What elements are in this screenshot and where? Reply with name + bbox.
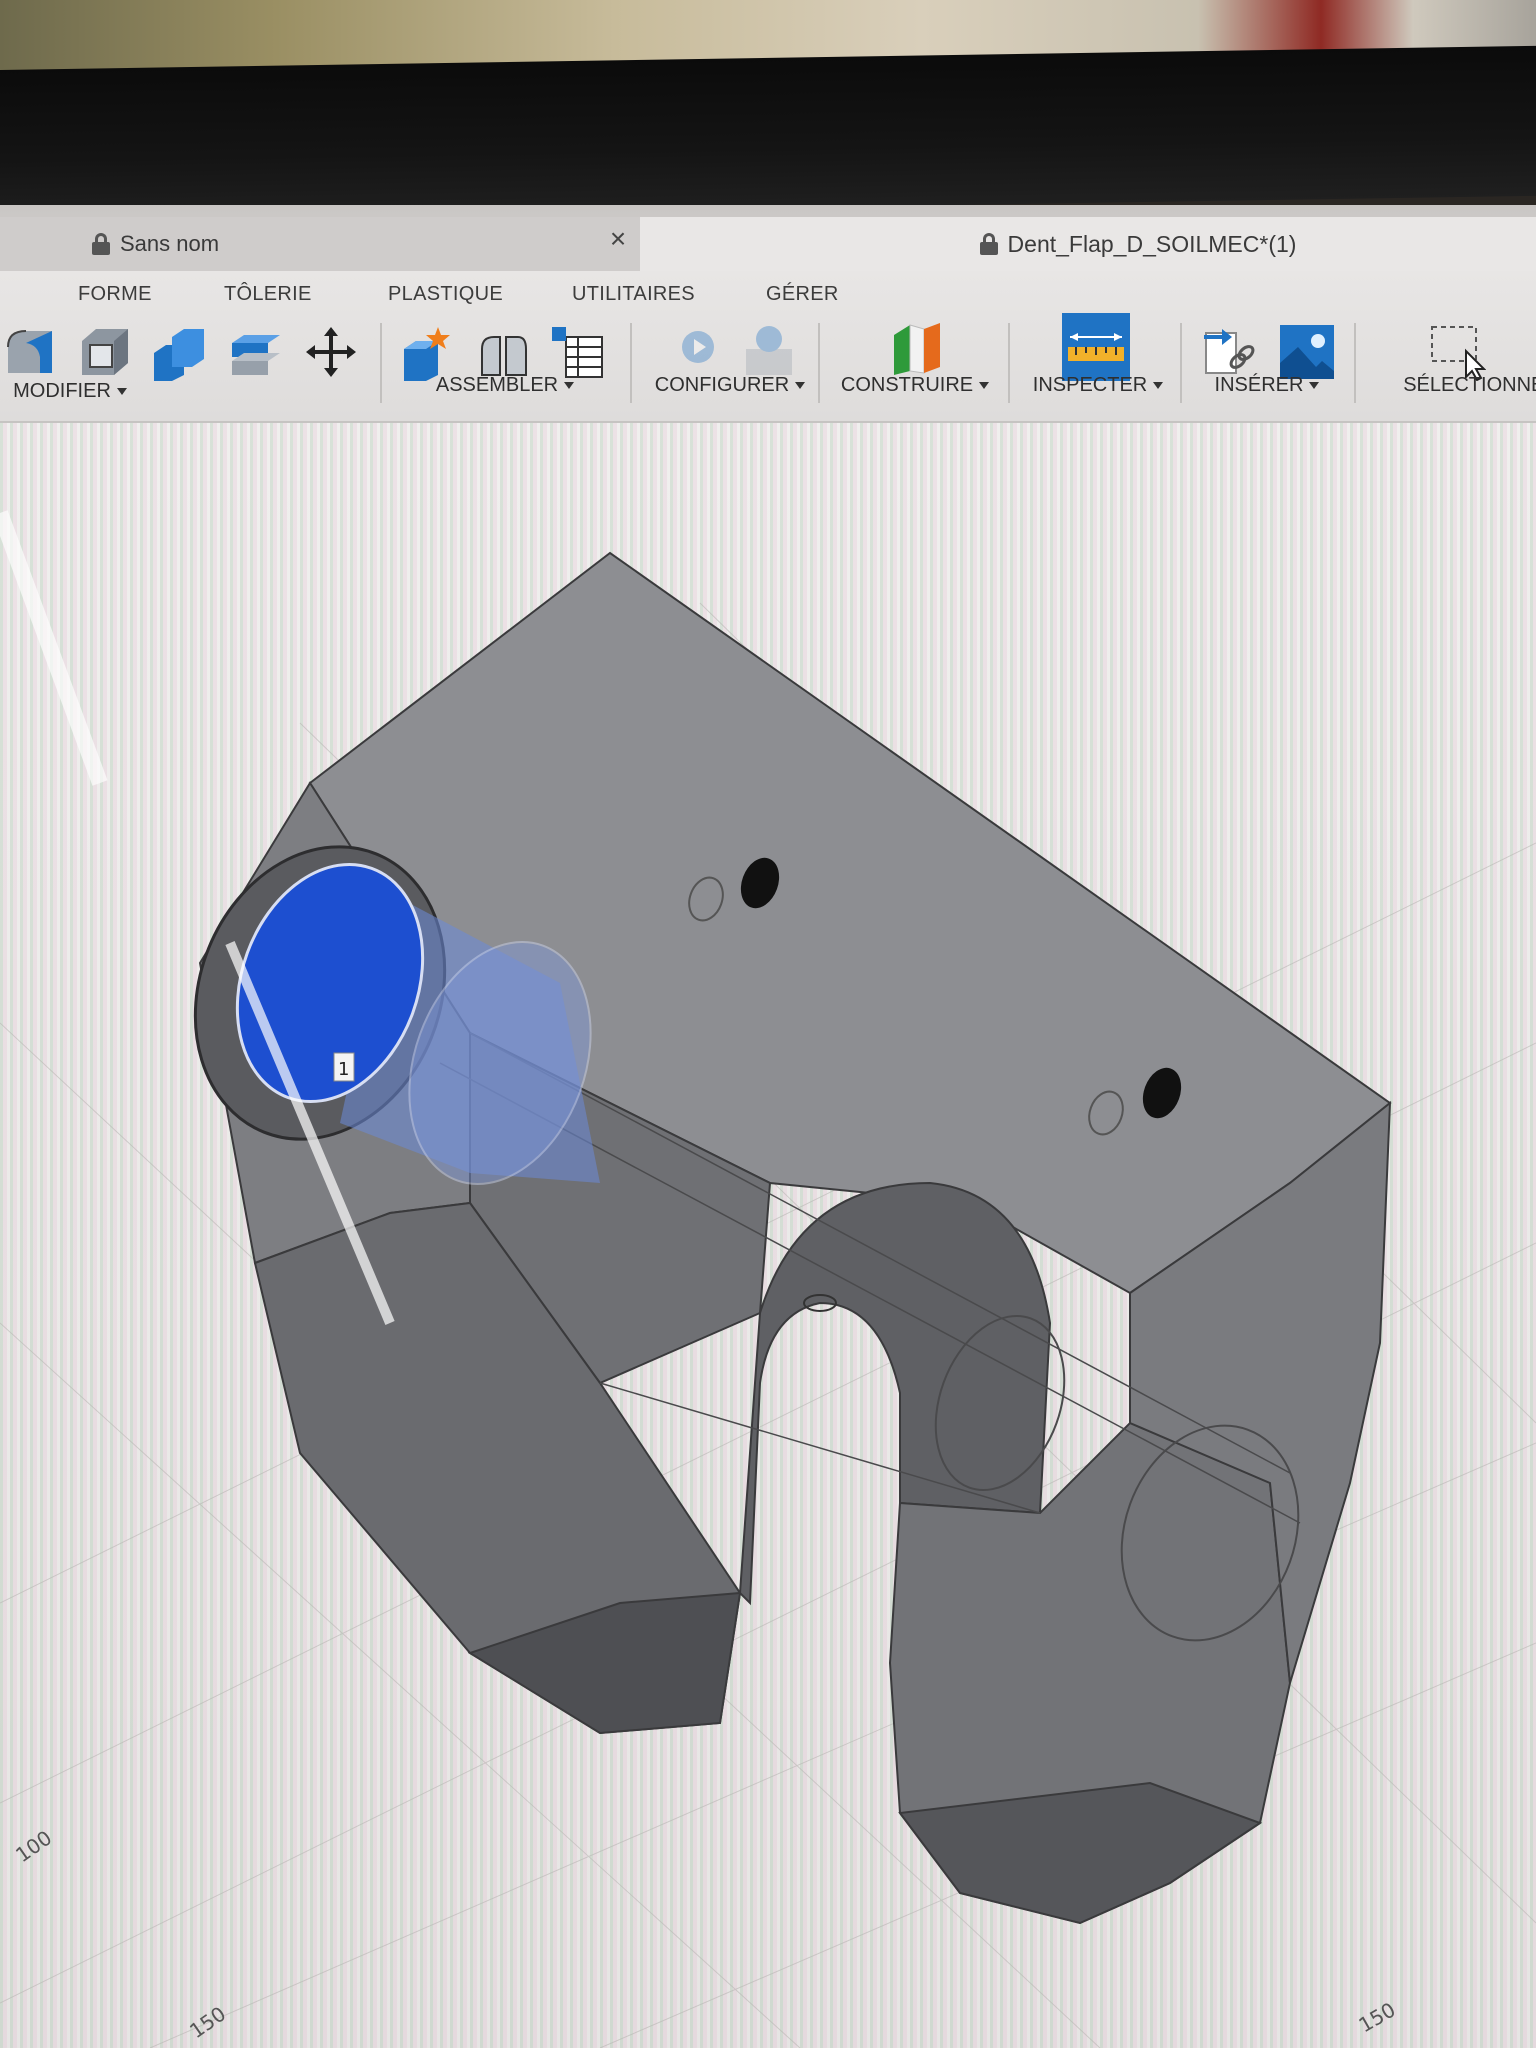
parameter-icon[interactable] xyxy=(676,323,734,381)
cad-part-body[interactable] xyxy=(198,551,1392,1925)
change-parameter-icon[interactable] xyxy=(740,323,798,381)
new-component-icon[interactable] xyxy=(398,323,456,381)
plane-icon[interactable] xyxy=(886,315,948,377)
axis-label: 100 xyxy=(11,1826,56,1868)
document-tab-title: Sans nom xyxy=(120,231,220,256)
inspecter-dropdown[interactable]: INSPECTER xyxy=(1012,374,1184,397)
insert-derive-icon[interactable] xyxy=(1200,323,1258,381)
configurer-group: CONFIGURER xyxy=(640,271,820,421)
combine-icon[interactable] xyxy=(150,323,208,381)
construire-dropdown[interactable]: CONSTRUIRE xyxy=(820,374,1010,397)
assembler-dropdown[interactable]: ASSEMBLER xyxy=(390,374,620,397)
configurer-dropdown[interactable]: CONFIGURER xyxy=(640,374,820,397)
screen-glare xyxy=(0,510,108,786)
document-tab-bar: Sans nom × Dent_Flap_D_SOILMEC*(1) xyxy=(0,205,1536,271)
inspecter-group: INSPECTER xyxy=(1012,271,1184,421)
measure-icon[interactable] xyxy=(1060,311,1132,383)
offset-face-icon[interactable] xyxy=(226,323,284,381)
monitor-bezel xyxy=(0,45,1536,221)
lock-icon xyxy=(979,233,998,255)
application-window: Sans nom × Dent_Flap_D_SOILMEC*(1) FORME… xyxy=(0,205,1536,2048)
3d-viewport[interactable]: 1 100 150 150 xyxy=(0,423,1536,2048)
lock-icon xyxy=(92,233,110,255)
modifier-group: MODIFIER xyxy=(0,271,380,421)
axis-label: 150 xyxy=(1355,1997,1400,2037)
assembler-group: ASSEMBLER xyxy=(390,271,620,421)
construire-group: CONSTRUIRE xyxy=(820,271,1010,421)
modifier-dropdown[interactable]: MODIFIER xyxy=(0,380,380,403)
inserer-group: INSÉRER xyxy=(1182,271,1352,421)
canvas-model[interactable]: 1 100 150 150 xyxy=(0,423,1536,2048)
move-icon[interactable] xyxy=(302,323,360,381)
insert-image-icon[interactable] xyxy=(1278,323,1336,381)
close-tab-button[interactable]: × xyxy=(604,225,632,253)
toolbar-separator xyxy=(630,323,632,403)
fillet-icon[interactable] xyxy=(2,323,60,381)
selection-badge-text: 1 xyxy=(338,1059,349,1080)
toolbar-ribbon: FORME TÔLERIE PLASTIQUE UTILITAIRES GÉRE… xyxy=(0,271,1536,423)
select-window-icon[interactable] xyxy=(1428,323,1486,381)
document-tab-title: Dent_Flap_D_SOILMEC*(1) xyxy=(1007,230,1297,257)
shell-icon[interactable] xyxy=(76,323,134,381)
selectionner-dropdown[interactable]: SÉLECTIONNER xyxy=(1386,374,1536,397)
bom-icon[interactable] xyxy=(548,323,606,381)
axis-label: 150 xyxy=(185,2002,230,2044)
inserer-dropdown[interactable]: INSÉRER xyxy=(1182,374,1352,397)
selectionner-group: SÉLECTIONNER xyxy=(1356,271,1536,421)
document-tab-sans-nom[interactable]: Sans nom xyxy=(0,217,640,271)
joint-icon[interactable] xyxy=(474,323,532,381)
toolbar-separator xyxy=(1008,323,1010,403)
document-tab-active[interactable]: Dent_Flap_D_SOILMEC*(1) xyxy=(640,217,1536,271)
toolbar-separator xyxy=(380,323,382,403)
